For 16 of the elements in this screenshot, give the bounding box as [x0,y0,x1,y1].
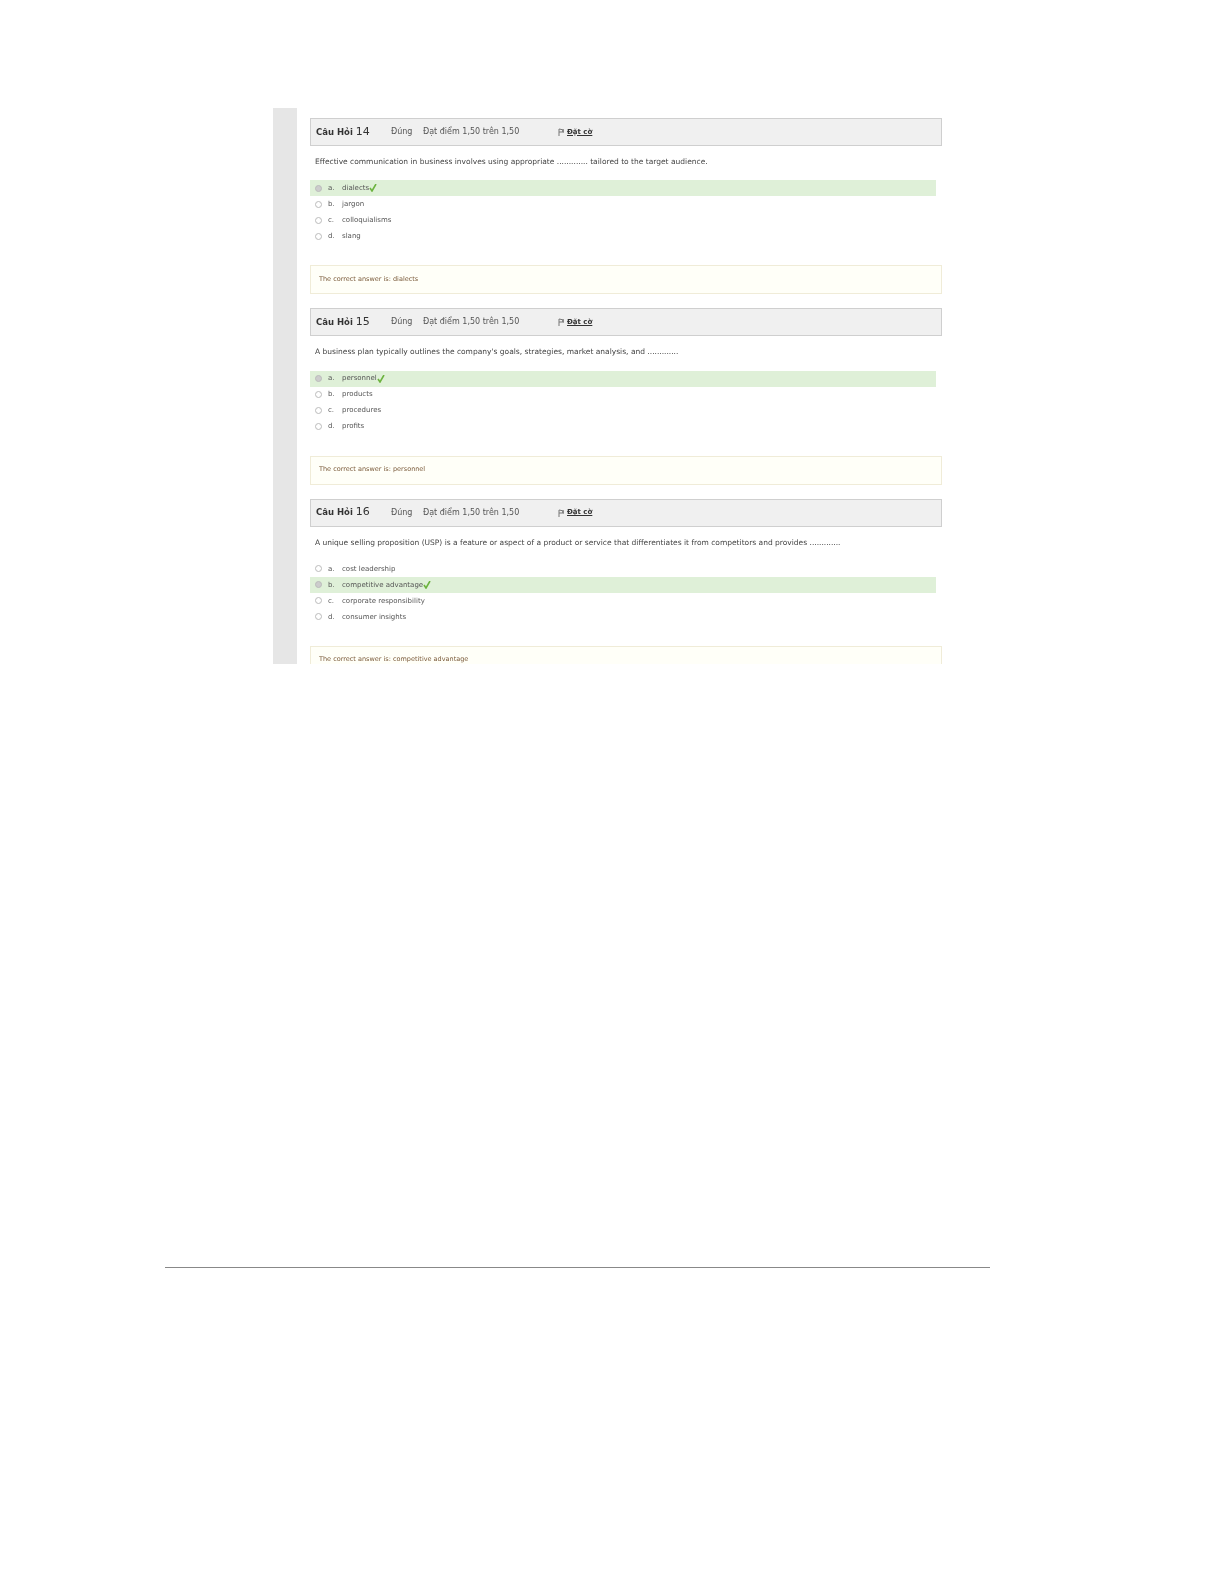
flag-icon [558,318,565,327]
question-title: Câu Hỏi 14 [316,123,371,140]
radio-button[interactable] [315,423,322,430]
question-title: Câu Hỏi 15 [316,314,371,330]
radio-button[interactable] [315,375,322,382]
question-title: Câu Hỏi 16 [316,504,371,521]
question-grade: Đạt điểm 1,50 trên 1,50 [423,316,521,329]
question-status: Đúng [391,316,414,329]
flag-icon [558,128,565,136]
question-status: Đúng [391,506,414,519]
radio-button[interactable] [315,407,322,414]
flag-icon [558,508,565,517]
question-grade: Đạt điểm 1,50 trên 1,50 [423,506,521,519]
radio-button[interactable] [315,391,322,398]
question-grade: Đạt điểm 1,50 trên 1,50 [423,126,521,138]
question-status: Đúng [391,126,414,138]
